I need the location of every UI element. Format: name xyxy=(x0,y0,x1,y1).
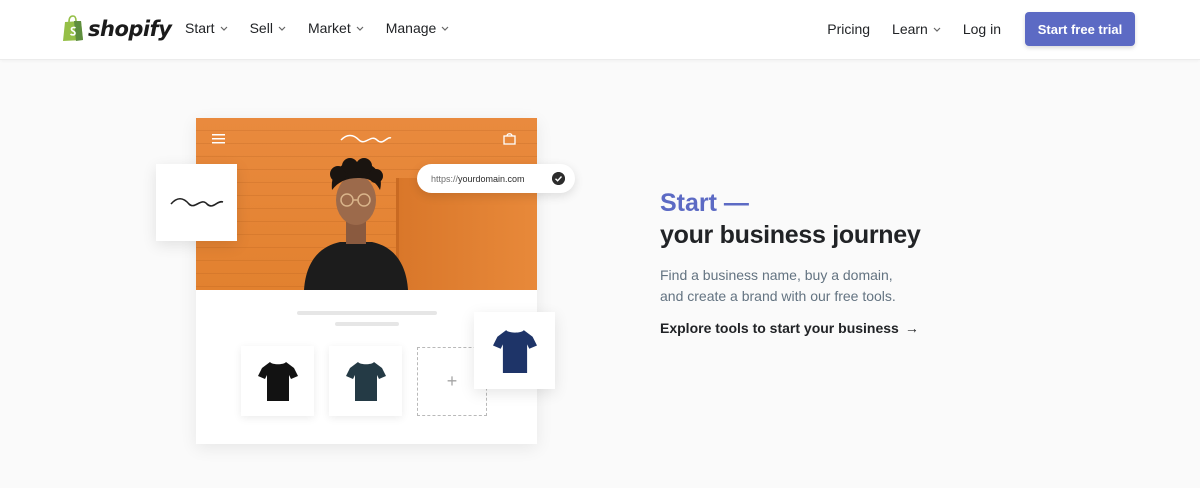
product-card-navy-tshirt xyxy=(474,312,555,389)
nav-sell-label: Sell xyxy=(249,20,273,36)
nav-start[interactable]: Start xyxy=(185,20,228,36)
explore-tools-link[interactable]: Explore tools to start your business → xyxy=(660,320,919,336)
chevron-down-icon xyxy=(278,26,286,31)
logo-wave-icon xyxy=(340,134,392,143)
logo-wordmark: shopify xyxy=(88,16,172,41)
nav-login[interactable]: Log in xyxy=(963,21,1001,37)
arrow-right-icon: → xyxy=(904,320,919,336)
nav-manage-label: Manage xyxy=(385,20,437,36)
check-icon xyxy=(552,172,565,185)
section-heading-accent: Start — xyxy=(660,189,749,217)
tshirt-icon xyxy=(257,362,298,401)
chevron-down-icon xyxy=(356,26,364,31)
nav-sell[interactable]: Sell xyxy=(250,20,286,36)
domain-url-pill: https:// yourdomain.com xyxy=(417,164,575,193)
wave-logo-icon xyxy=(169,197,223,207)
hero-image xyxy=(196,118,537,290)
logo-card xyxy=(156,164,237,241)
nav-start-label: Start xyxy=(185,20,215,36)
placeholder-line xyxy=(335,322,399,326)
explore-link-label: Explore tools to start your business xyxy=(660,320,899,336)
cart-icon xyxy=(503,133,516,145)
shopify-logo[interactable]: shopify xyxy=(62,15,172,42)
tshirt-icon xyxy=(492,329,537,373)
product-card-teal-tshirt xyxy=(329,346,402,416)
section-heading: your business journey xyxy=(660,221,921,249)
product-card-black-tshirt xyxy=(241,346,314,416)
nav-market-label: Market xyxy=(307,20,351,36)
url-domain: yourdomain.com xyxy=(458,173,525,184)
chevron-down-icon xyxy=(220,26,228,31)
placeholder-line xyxy=(297,311,437,315)
primary-nav: Start Sell Market Manage xyxy=(185,20,449,36)
url-prefix: https:// xyxy=(431,173,459,184)
nav-pricing[interactable]: Pricing xyxy=(827,21,870,37)
site-header: shopify Start Sell Market Manage Pricing… xyxy=(0,0,1200,60)
chevron-down-icon xyxy=(933,27,941,32)
hero-door xyxy=(396,178,537,290)
menu-icon xyxy=(212,134,225,144)
secondary-nav: Pricing Learn Log in Start free trial xyxy=(827,12,1135,46)
nav-manage[interactable]: Manage xyxy=(386,20,450,36)
nav-learn-label: Learn xyxy=(892,21,928,37)
description-line: and create a brand with our free tools. xyxy=(660,288,896,304)
start-free-trial-button[interactable]: Start free trial xyxy=(1025,12,1135,46)
section-description: Find a business name, buy a domain, and … xyxy=(660,265,920,307)
tshirt-icon xyxy=(345,362,386,401)
shopping-bag-icon xyxy=(63,15,83,41)
nav-learn[interactable]: Learn xyxy=(892,21,941,37)
description-line: Find a business name, buy a domain, xyxy=(660,267,893,283)
person-illustration xyxy=(304,158,408,290)
chevron-down-icon xyxy=(441,26,449,31)
nav-market[interactable]: Market xyxy=(308,20,364,36)
